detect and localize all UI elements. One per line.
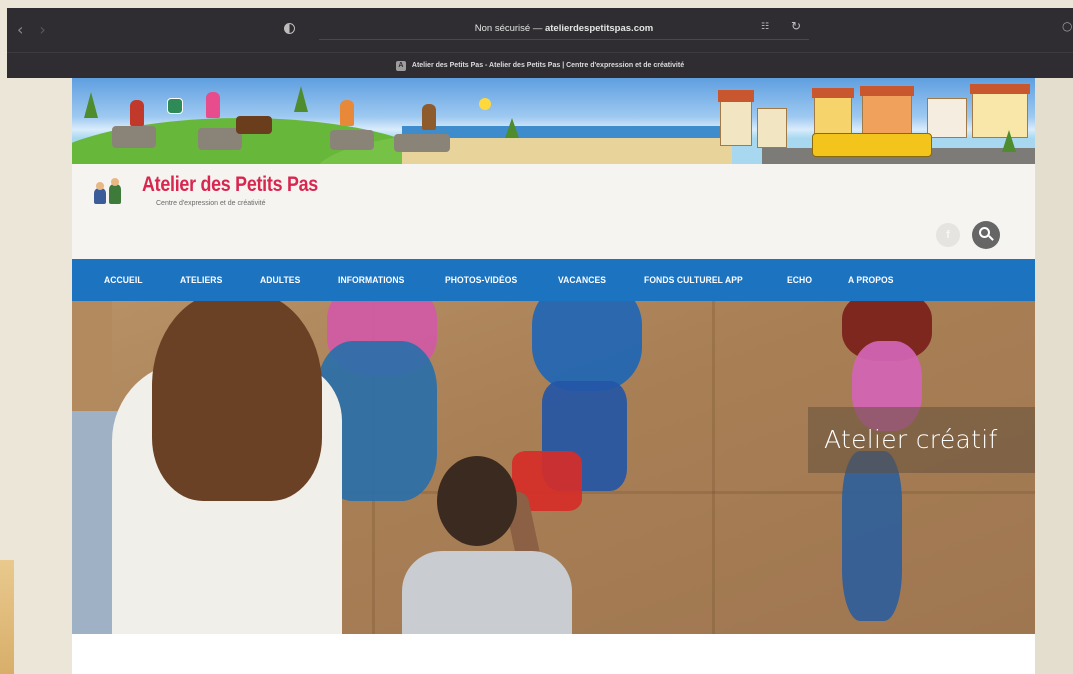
site-branding: Atelier des Petits Pas Centre d'expressi… xyxy=(72,164,1035,259)
history-nav: ‹ › xyxy=(17,20,46,39)
tree-icon xyxy=(1002,130,1016,152)
tabs-overview-icon[interactable]: ○ xyxy=(1062,19,1072,33)
paper-crease xyxy=(712,301,715,634)
nav-item-fonds-culturel-app[interactable]: FONDS CULTUREL APP xyxy=(644,275,743,286)
nav-item-photos-videos[interactable]: PHOTOS-VIDÉOS xyxy=(445,275,517,286)
tree-icon xyxy=(505,118,519,138)
nav-item-vacances[interactable]: VACANCES xyxy=(558,275,606,286)
photo-child-hair xyxy=(152,301,322,501)
facebook-icon[interactable]: f xyxy=(936,223,960,247)
photo-child-boy xyxy=(402,551,572,634)
reload-icon[interactable]: ↻ xyxy=(791,19,801,33)
suitcase-icon xyxy=(236,116,272,134)
painted-figure xyxy=(532,301,642,391)
hero-slider-image[interactable]: Atelier créatif xyxy=(72,301,1035,634)
back-chevron-left-icon[interactable]: ‹ xyxy=(17,20,23,39)
security-label: Non sécurisé — xyxy=(474,23,543,34)
main-navigation: ACCUEIL ATELIERS ADULTES INFORMATIONS PH… xyxy=(72,259,1035,301)
painted-figure xyxy=(842,451,902,621)
sun-icon xyxy=(479,98,491,110)
tab-bar[interactable]: A Atelier des Petits Pas - Atelier des P… xyxy=(7,52,1073,78)
background-right-margin xyxy=(1035,78,1073,674)
banner-rock xyxy=(330,130,374,150)
site-title[interactable]: Atelier des Petits Pas xyxy=(142,173,318,197)
tab-title: Atelier des Petits Pas - Atelier des Pet… xyxy=(411,62,685,69)
search-icon[interactable] xyxy=(972,221,1000,249)
header-banner-illustration xyxy=(72,78,1035,164)
page-content xyxy=(72,634,1035,674)
favicon-icon: A xyxy=(395,60,406,71)
nav-item-echo[interactable]: ECHO xyxy=(787,275,812,286)
house-icon xyxy=(720,100,752,146)
house-icon xyxy=(972,92,1028,138)
bus-icon xyxy=(812,133,932,157)
house-icon xyxy=(757,108,787,148)
translate-icon[interactable]: ☷ xyxy=(761,22,769,32)
house-icon xyxy=(927,98,967,138)
tree-icon xyxy=(84,92,98,118)
background-accent xyxy=(0,560,14,674)
child-figure xyxy=(206,92,220,118)
tree-icon xyxy=(294,86,308,112)
address-bar[interactable]: Non sécurisé — atelierdespetitspas.com xyxy=(319,18,809,40)
roof xyxy=(718,90,754,102)
nav-item-a-propos[interactable]: A PROPOS xyxy=(848,275,894,286)
forward-chevron-right-icon[interactable]: › xyxy=(39,20,45,39)
nav-item-accueil[interactable]: ACCUEIL xyxy=(104,275,143,286)
site-tagline: Centre d'expression et de créativité xyxy=(156,200,266,207)
roof xyxy=(860,86,914,96)
house-icon xyxy=(862,94,912,138)
roof xyxy=(812,88,854,98)
house-icon xyxy=(814,96,852,138)
nav-item-informations[interactable]: INFORMATIONS xyxy=(338,275,404,286)
browser-toolbar: ‹ › Non sécurisé — atelierdespetitspas.c… xyxy=(7,8,1073,78)
banner-rock xyxy=(394,134,450,152)
child-figure xyxy=(130,100,144,126)
logo-icon[interactable] xyxy=(92,178,128,204)
nav-item-ateliers[interactable]: ATELIERS xyxy=(180,275,222,286)
address-host: atelierdespetitspas.com xyxy=(544,23,654,34)
banner-sand xyxy=(402,138,732,164)
child-figure xyxy=(422,104,436,130)
nav-item-adultes[interactable]: ADULTES xyxy=(260,275,300,286)
web-page: Atelier des Petits Pas Centre d'expressi… xyxy=(72,78,1035,674)
roof xyxy=(970,84,1030,94)
hero-caption: Atelier créatif xyxy=(808,407,1035,473)
photo-child-head xyxy=(437,456,517,546)
banner-rock xyxy=(112,126,156,148)
sign-board xyxy=(167,98,183,114)
shield-icon[interactable] xyxy=(284,23,295,34)
child-figure xyxy=(340,100,354,126)
